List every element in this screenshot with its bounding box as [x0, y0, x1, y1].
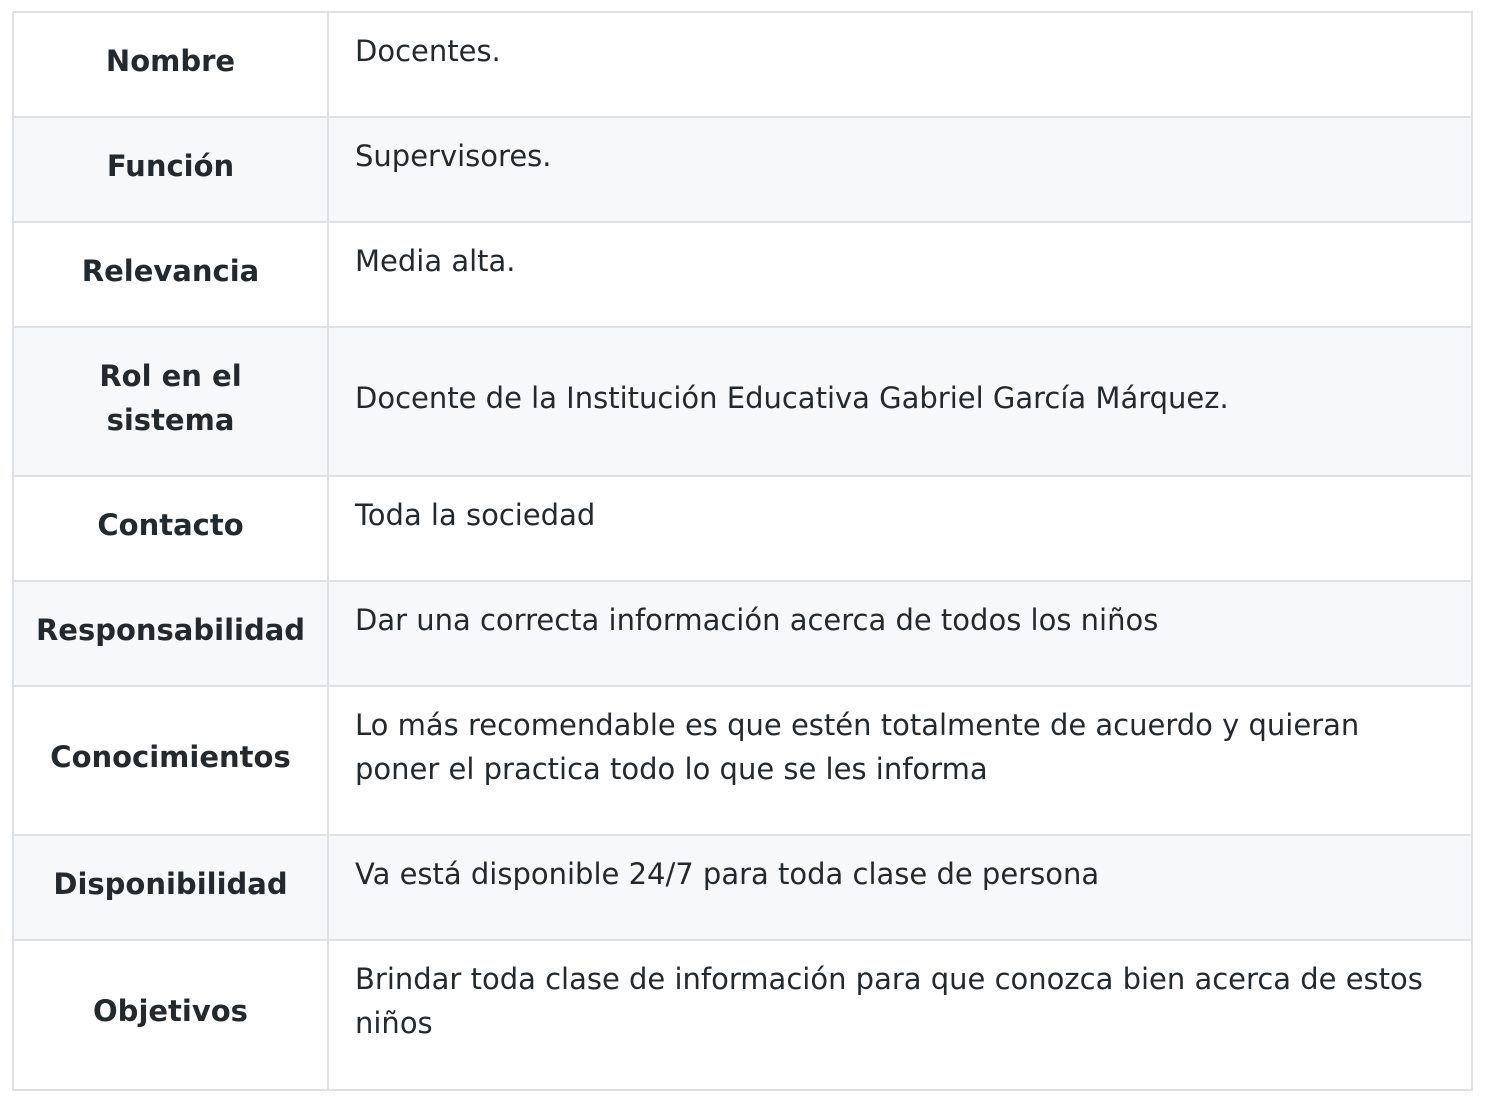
table-row-rol: Rol en el sistema Docente de la Instituc… — [12, 326, 1473, 477]
table-row-conocimientos: Conocimientos Lo más recomendable es que… — [12, 685, 1473, 836]
row-label: Responsabilidad — [12, 580, 329, 687]
row-value: Va está disponible 24/7 para toda clase … — [327, 834, 1473, 941]
row-value: Docentes. — [327, 11, 1473, 118]
row-value: Lo más recomendable es que estén totalme… — [327, 685, 1473, 836]
info-table-container: Nombre Docentes. Función Supervisores. R… — [12, 11, 1473, 1091]
table-row-relevancia: Relevancia Media alta. — [12, 221, 1473, 328]
row-label: Contacto — [12, 475, 329, 582]
row-value: Media alta. — [327, 221, 1473, 328]
table-row-objetivos: Objetivos Brindar toda clase de informac… — [12, 939, 1473, 1091]
table-row-disponibilidad: Disponibilidad Va está disponible 24/7 p… — [12, 834, 1473, 941]
table-row-nombre: Nombre Docentes. — [12, 11, 1473, 118]
row-label: Nombre — [12, 11, 329, 118]
row-value: Brindar toda clase de información para q… — [327, 939, 1473, 1091]
row-label: Relevancia — [12, 221, 329, 328]
table-row-responsabilidad: Responsabilidad Dar una correcta informa… — [12, 580, 1473, 687]
row-value: Dar una correcta información acerca de t… — [327, 580, 1473, 687]
table-row-contacto: Contacto Toda la sociedad — [12, 475, 1473, 582]
row-label: Disponibilidad — [12, 834, 329, 941]
row-label: Objetivos — [12, 939, 329, 1091]
row-label: Rol en el sistema — [12, 326, 329, 477]
row-value: Supervisores. — [327, 116, 1473, 223]
row-label: Función — [12, 116, 329, 223]
table-row-funcion: Función Supervisores. — [12, 116, 1473, 223]
row-value: Toda la sociedad — [327, 475, 1473, 582]
info-table: Nombre Docentes. Función Supervisores. R… — [12, 11, 1473, 1091]
row-label: Conocimientos — [12, 685, 329, 836]
row-value: Docente de la Institución Educativa Gabr… — [327, 326, 1473, 477]
